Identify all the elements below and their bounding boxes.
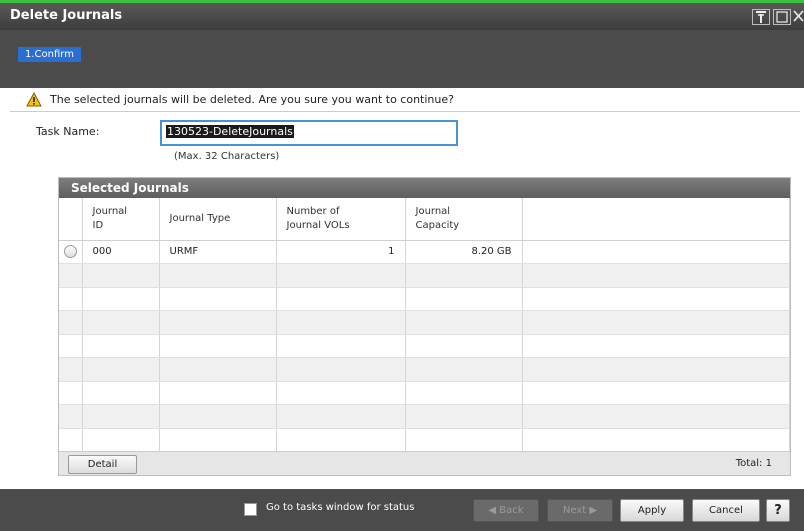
total-count: Total: 1 (736, 458, 772, 469)
help-button[interactable]: ? (766, 499, 790, 522)
empty-row (59, 357, 790, 382)
cell-journal-type: URMF (159, 240, 277, 264)
column-header-journal-capacity[interactable]: Journal Capacity (405, 198, 523, 241)
table-footer: Detail Total: 1 (59, 451, 790, 475)
go-to-tasks-label[interactable]: Go to tasks window for status (266, 502, 414, 513)
chevron-left-icon: ◀ (488, 505, 497, 516)
panel-title: Selected Journals (59, 178, 790, 198)
header-line: Journal (415, 205, 451, 217)
empty-row (59, 381, 790, 405)
maximize-icon[interactable] (773, 9, 791, 25)
task-name-hint: (Max. 32 Characters) (174, 151, 280, 162)
header-line: ID (92, 219, 104, 231)
total-value: 1 (765, 458, 772, 469)
table-row[interactable]: 000 URMF 1 8.20 GB (59, 240, 790, 264)
back-button[interactable]: ◀ Back (473, 499, 539, 522)
step-confirm[interactable]: 1.Confirm (18, 47, 81, 62)
header-line: Journal (92, 205, 128, 217)
header-line: Capacity (415, 219, 460, 231)
row-select-cell (59, 240, 83, 264)
select-column-header (59, 198, 83, 241)
column-header-journal-id[interactable]: Journal ID (82, 198, 160, 241)
cell-journal-capacity: 8.20 GB (405, 240, 523, 264)
table-body: 000 URMF 1 8.20 GB (59, 240, 790, 452)
warning-icon (26, 92, 42, 107)
empty-row (59, 263, 790, 288)
total-label: Total: (735, 458, 763, 469)
warning-text: The selected journals will be deleted. A… (50, 93, 454, 106)
header-line: Journal Type (169, 212, 231, 224)
apply-button[interactable]: Apply (620, 499, 684, 522)
action-bar: Go to tasks window for status ◀ Back Nex… (0, 489, 804, 531)
header-line: Journal VOLs (286, 219, 350, 231)
cancel-button[interactable]: Cancel (692, 499, 760, 522)
next-button[interactable]: Next ▶ (547, 499, 613, 522)
pin-icon[interactable] (752, 9, 770, 25)
next-label: Next (562, 505, 587, 516)
task-name-label: Task Name: (36, 125, 100, 138)
wizard-step-bar: 1.Confirm (0, 30, 804, 88)
filler-column-header (522, 198, 790, 241)
close-icon[interactable] (793, 9, 804, 25)
task-name-input[interactable]: 130523-DeleteJournals (160, 120, 458, 146)
divider (10, 111, 800, 112)
row-radio-button[interactable] (63, 245, 77, 259)
header-line: Number of (286, 205, 340, 217)
empty-row (59, 404, 790, 429)
empty-row (59, 428, 790, 452)
table-header-row: Journal ID Journal Type Number of Journal … (59, 198, 790, 241)
title-bar: Delete Journals (0, 0, 804, 30)
cell-journal-id: 000 (82, 240, 160, 264)
selected-journals-panel: Selected Journals Journal ID Journal Type… (58, 177, 791, 476)
task-name-value: 130523-DeleteJournals (166, 125, 294, 138)
window-title: Delete Journals (10, 8, 123, 23)
empty-row (59, 310, 790, 335)
go-to-tasks-checkbox[interactable] (244, 503, 257, 516)
cell-filler (522, 240, 790, 264)
warning-message: The selected journals will be deleted. A… (14, 92, 794, 109)
chevron-right-icon: ▶ (589, 505, 598, 516)
cell-journal-vols: 1 (276, 240, 406, 264)
detail-button[interactable]: Detail (68, 455, 137, 474)
column-header-journal-type[interactable]: Journal Type (159, 198, 277, 241)
back-label: Back (499, 505, 524, 516)
empty-row (59, 287, 790, 311)
column-header-number-of-journal-vols[interactable]: Number of Journal VOLs (276, 198, 406, 241)
journals-table: Journal ID Journal Type Number of Journal … (59, 198, 790, 452)
empty-row (59, 334, 790, 358)
